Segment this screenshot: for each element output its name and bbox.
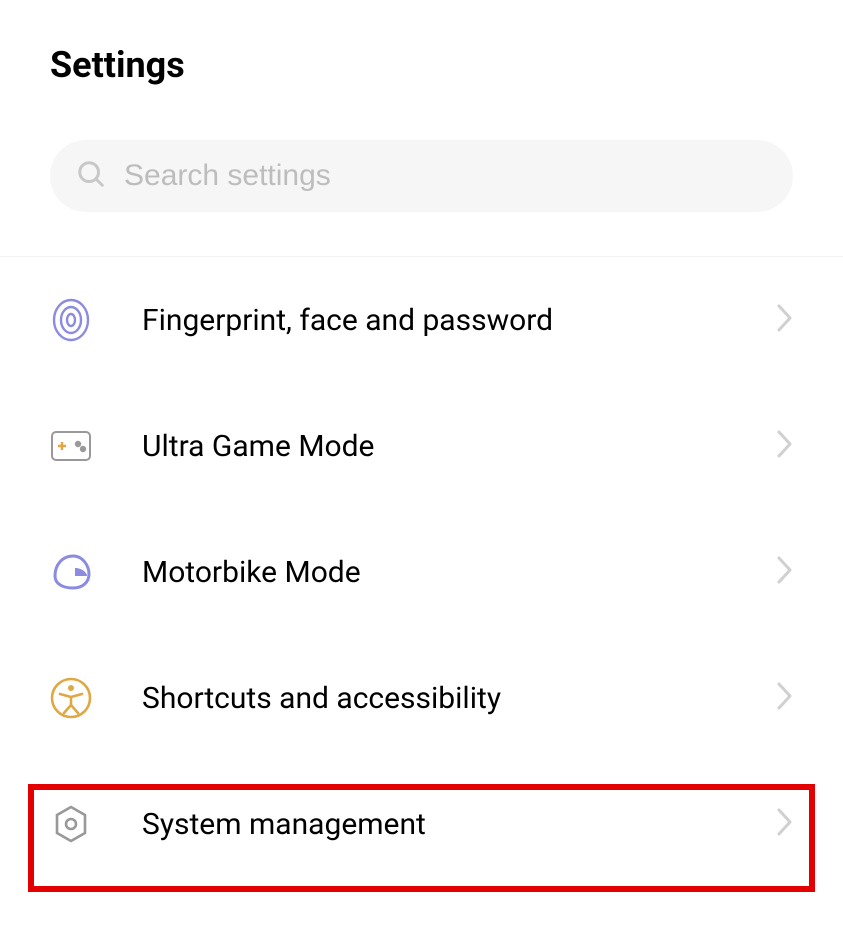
chevron-right-icon <box>777 304 793 336</box>
settings-item-game-mode[interactable]: Ultra Game Mode <box>0 383 843 509</box>
chevron-right-icon <box>777 556 793 588</box>
gear-icon <box>50 803 92 845</box>
helmet-icon <box>50 551 92 593</box>
settings-item-system-management[interactable]: System management <box>0 761 843 887</box>
settings-item-label: Motorbike Mode <box>142 555 777 590</box>
accessibility-icon <box>50 677 92 719</box>
search-bar[interactable] <box>50 140 793 212</box>
fingerprint-icon <box>50 299 92 341</box>
chevron-right-icon <box>777 430 793 462</box>
settings-item-fingerprint[interactable]: Fingerprint, face and password <box>0 257 843 383</box>
page-title: Settings <box>0 0 843 86</box>
chevron-right-icon <box>777 808 793 840</box>
settings-item-label: Ultra Game Mode <box>142 429 777 464</box>
search-input[interactable] <box>124 159 767 193</box>
settings-item-accessibility[interactable]: Shortcuts and accessibility <box>0 635 843 761</box>
settings-item-label: Fingerprint, face and password <box>142 303 777 338</box>
search-icon <box>76 159 106 193</box>
settings-list: Fingerprint, face and password Ultra Gam… <box>0 256 843 887</box>
chevron-right-icon <box>777 682 793 714</box>
settings-page: Settings Fingerprint, face and passw <box>0 0 843 946</box>
search-section <box>0 86 843 212</box>
gamepad-icon <box>50 425 92 467</box>
settings-item-label: System management <box>142 807 777 842</box>
settings-item-label: Shortcuts and accessibility <box>142 681 777 716</box>
settings-item-motorbike-mode[interactable]: Motorbike Mode <box>0 509 843 635</box>
